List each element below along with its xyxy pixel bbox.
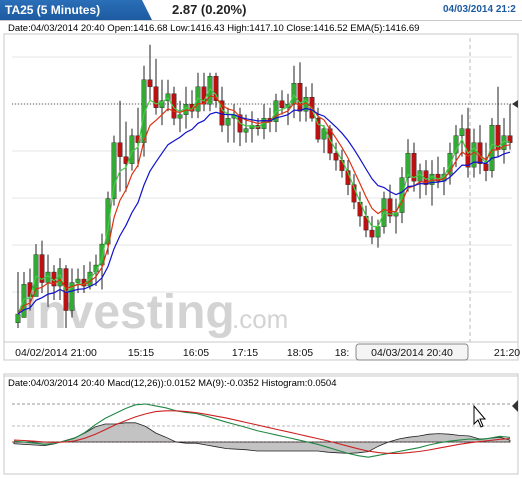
candle-body [57, 268, 63, 287]
chart-canvas[interactable]: Investing .com 04/02/2014 21:00 15:15 16:0… [0, 0, 522, 479]
candle-body [291, 83, 297, 105]
candle-body [153, 86, 159, 108]
crosshair-label: 04/03/2014 20:40 [371, 347, 453, 359]
candle-body [15, 313, 21, 323]
candle-body [21, 284, 27, 318]
candle-body [117, 142, 123, 157]
candle-body [297, 83, 303, 112]
watermark-suffix: .com [232, 304, 288, 334]
x-tick-label: 21:20 [494, 347, 520, 359]
x-tick-label: 17:15 [232, 347, 258, 359]
x-tick-label: 16:05 [183, 347, 209, 359]
candle-body [483, 163, 489, 171]
x-tick-label: 04/02/2014 21:00 [15, 347, 97, 359]
watermark-logo: Investing [24, 286, 235, 339]
candle-body [75, 278, 81, 283]
candle-body [375, 226, 381, 238]
candle-body [279, 100, 285, 108]
candle-body [111, 142, 117, 199]
x-tick-label: 18:05 [287, 347, 313, 359]
candle-body [225, 117, 231, 126]
candle-body [339, 159, 345, 171]
candle-body [465, 128, 471, 168]
candle-body [177, 114, 183, 119]
candle-body [369, 229, 375, 238]
x-tick-label: 15:15 [128, 347, 154, 359]
candle-body [243, 128, 249, 133]
price-marker-arrow [512, 100, 518, 108]
candle-body [147, 79, 153, 87]
x-tick-label: 18: [335, 347, 350, 359]
candle-body [459, 128, 465, 136]
mouse-cursor-icon [473, 404, 487, 428]
macd-panel-frame [3, 373, 519, 475]
candle-body [333, 152, 339, 161]
macd-marker-arrow [512, 400, 518, 412]
